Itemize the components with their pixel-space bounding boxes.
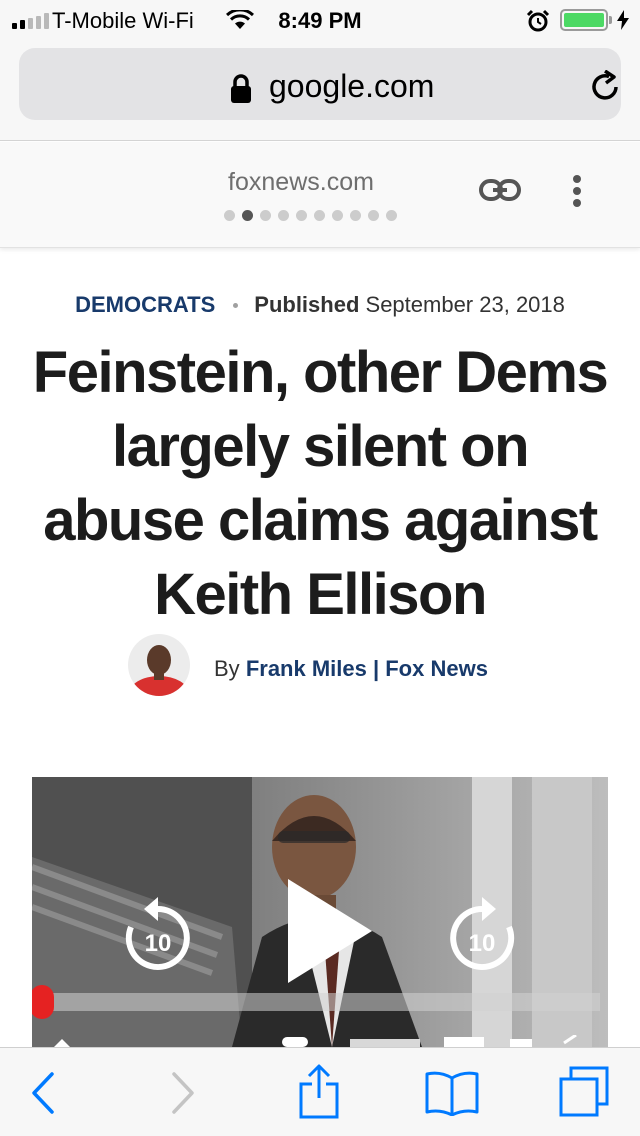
video-progress-bar[interactable] (42, 993, 600, 1011)
play-icon[interactable] (284, 877, 374, 985)
amp-viewer-header: foxnews.com (0, 142, 640, 248)
link-icon[interactable] (479, 178, 521, 202)
page-dot (332, 210, 343, 221)
page-dot (260, 210, 271, 221)
carousel-page-dots (224, 210, 397, 221)
lock-icon (231, 74, 251, 103)
page-dot (224, 210, 235, 221)
page-dot (368, 210, 379, 221)
address-bar[interactable]: google.com (19, 48, 621, 120)
more-vertical-icon[interactable] (570, 174, 584, 210)
published-label: Published (254, 292, 360, 317)
published-date: September 23, 2018 (365, 292, 565, 317)
category-link[interactable]: DEMOCRATS (75, 292, 215, 317)
byline-text: By Frank Miles | Fox News (214, 656, 488, 682)
battery-nub (609, 16, 612, 24)
alarm-icon (526, 9, 550, 32)
page-dot (278, 210, 289, 221)
address-text: google.com (269, 68, 435, 104)
article-meta: DEMOCRATS Published September 23, 2018 (0, 292, 640, 318)
forward-seconds-label: 10 (469, 930, 496, 957)
source-domain[interactable]: foxnews.com (0, 168, 640, 197)
author-avatar (128, 634, 190, 696)
forward-10-icon[interactable]: 10 (442, 897, 522, 977)
page-dot (296, 210, 307, 221)
byline: By Frank Miles | Fox News (128, 634, 548, 698)
back-icon[interactable] (30, 1070, 56, 1116)
article-headline: Feinstein, other Dems largely silent on … (32, 340, 609, 627)
battery-icon (560, 9, 608, 31)
page-dot (242, 210, 253, 221)
forward-icon (172, 1072, 194, 1114)
rewind-seconds-label: 10 (145, 930, 172, 957)
browser-address-area: google.com (0, 40, 640, 141)
page-dot (314, 210, 325, 221)
video-scrubber-handle[interactable] (32, 985, 54, 1019)
video-player[interactable]: 10 10 (32, 777, 608, 1047)
separator-dot (233, 302, 239, 308)
page-dot (386, 210, 397, 221)
share-icon[interactable] (298, 1064, 340, 1120)
safari-toolbar (0, 1047, 640, 1136)
page-dot (350, 210, 361, 221)
bookmarks-icon[interactable] (424, 1070, 480, 1116)
video-controls-row (54, 1035, 577, 1047)
charging-bolt-icon (617, 10, 629, 30)
status-bar: T-Mobile Wi-Fi 8:49 PM (0, 0, 640, 40)
reload-icon[interactable] (589, 70, 623, 104)
author-link[interactable]: Frank Miles | Fox News (246, 656, 488, 681)
battery-level-fill (564, 13, 604, 27)
rewind-10-icon[interactable]: 10 (118, 897, 198, 977)
tabs-icon[interactable] (558, 1066, 610, 1118)
byline-prefix: By (214, 656, 240, 681)
